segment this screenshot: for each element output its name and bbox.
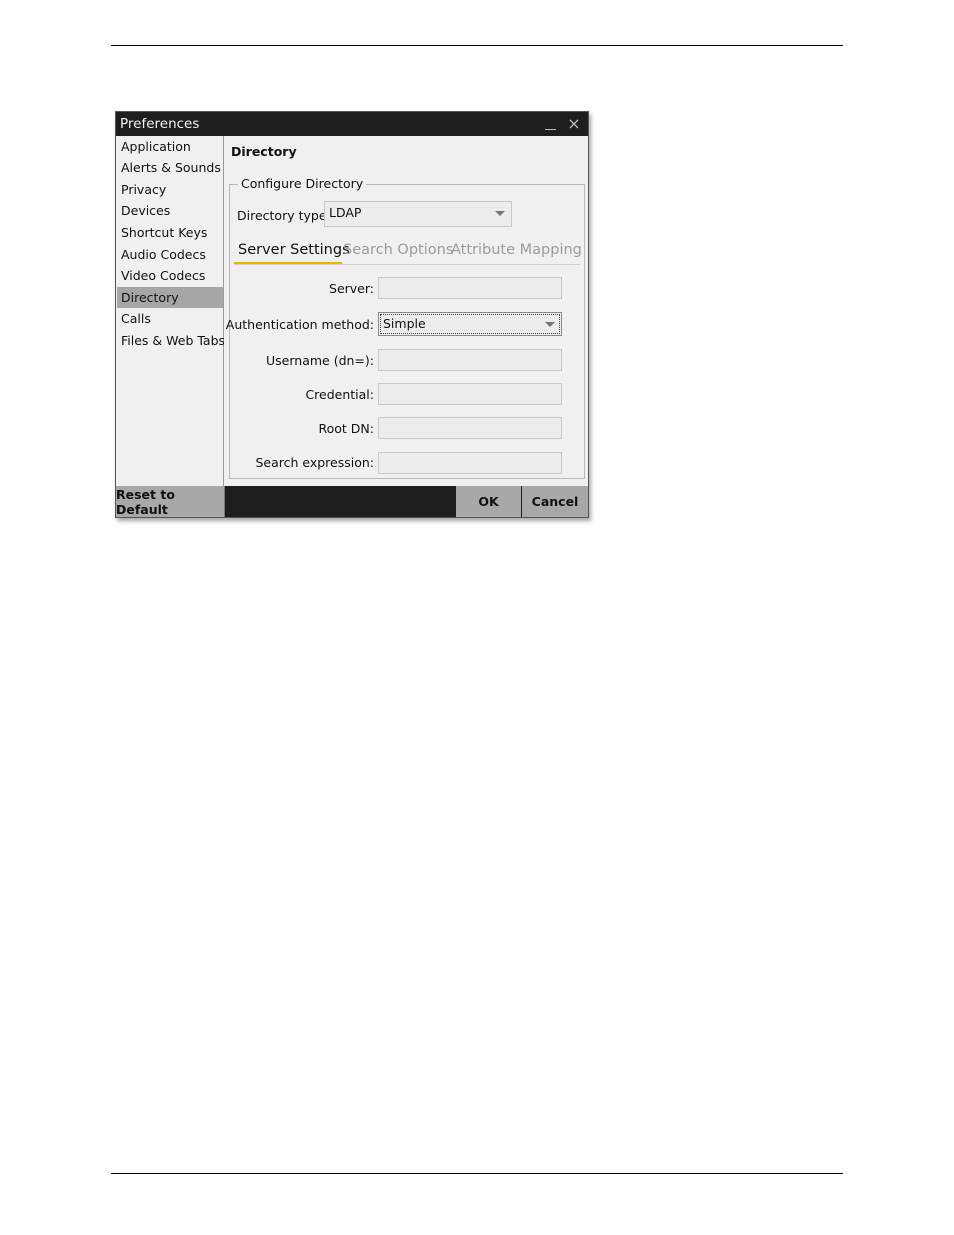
page-top-rule: [111, 45, 843, 46]
active-tab-indicator: [234, 262, 342, 264]
tab-search-options[interactable]: Search Options: [343, 242, 453, 258]
server-label: Server:: [329, 281, 374, 296]
search-expression-input[interactable]: [378, 452, 562, 474]
credential-label: Credential:: [305, 387, 374, 402]
settings-tabs: Server Settings Search Options Attribute…: [234, 240, 582, 265]
tab-server-settings[interactable]: Server Settings: [238, 242, 350, 258]
page-title: Directory: [231, 144, 297, 159]
group-title: Configure Directory: [238, 176, 367, 191]
auth-method-label: Authentication method:: [225, 317, 374, 332]
preferences-sidebar: Application Alerts & Sounds Privacy Devi…: [116, 136, 225, 486]
sidebar-item-calls[interactable]: Calls: [117, 308, 223, 329]
sidebar-item-devices[interactable]: Devices: [117, 200, 223, 221]
sidebar-item-video-codecs[interactable]: Video Codecs: [117, 265, 223, 286]
root-dn-input[interactable]: [378, 417, 562, 439]
minimize-icon[interactable]: [540, 114, 560, 134]
button-bar: Reset to Default OK Cancel: [116, 486, 588, 517]
directory-type-select[interactable]: LDAP: [324, 201, 512, 227]
sidebar-item-application[interactable]: Application: [117, 136, 223, 157]
server-input[interactable]: [378, 277, 562, 299]
auth-method-select[interactable]: Simple: [378, 312, 562, 336]
directory-type-label: Directory type:: [237, 208, 331, 223]
sidebar-item-audio-codecs[interactable]: Audio Codecs: [117, 244, 223, 265]
reset-to-default-button[interactable]: Reset to Default: [116, 486, 225, 517]
username-input[interactable]: [378, 349, 562, 371]
tab-attribute-mapping[interactable]: Attribute Mapping: [451, 242, 582, 258]
root-dn-label: Root DN:: [318, 421, 374, 436]
preferences-window: Preferences × Application Alerts & Sound…: [115, 111, 589, 518]
ok-button[interactable]: OK: [456, 486, 521, 517]
directory-type-value: LDAP: [329, 205, 362, 220]
page-bottom-rule: [111, 1173, 843, 1174]
username-label: Username (dn=):: [266, 353, 374, 368]
auth-method-value: Simple: [383, 316, 426, 331]
sidebar-item-shortcut-keys[interactable]: Shortcut Keys: [117, 222, 223, 243]
close-icon[interactable]: ×: [564, 114, 584, 134]
credential-input[interactable]: [378, 383, 562, 405]
sidebar-item-privacy[interactable]: Privacy: [117, 179, 223, 200]
content-panel: Directory Configure Directory Directory …: [224, 136, 588, 486]
window-title: Preferences: [120, 116, 200, 132]
sidebar-item-alerts-sounds[interactable]: Alerts & Sounds: [117, 157, 223, 178]
cancel-button[interactable]: Cancel: [522, 486, 588, 517]
sidebar-item-files-web-tabs[interactable]: Files & Web Tabs: [117, 330, 225, 351]
chevron-down-icon: [495, 211, 505, 216]
search-expression-label: Search expression:: [255, 455, 374, 470]
title-bar[interactable]: Preferences ×: [116, 112, 588, 136]
configure-directory-group: Configure Directory Directory type: LDAP…: [225, 176, 585, 479]
chevron-down-icon: [545, 322, 555, 327]
sidebar-item-directory[interactable]: Directory: [117, 287, 223, 308]
